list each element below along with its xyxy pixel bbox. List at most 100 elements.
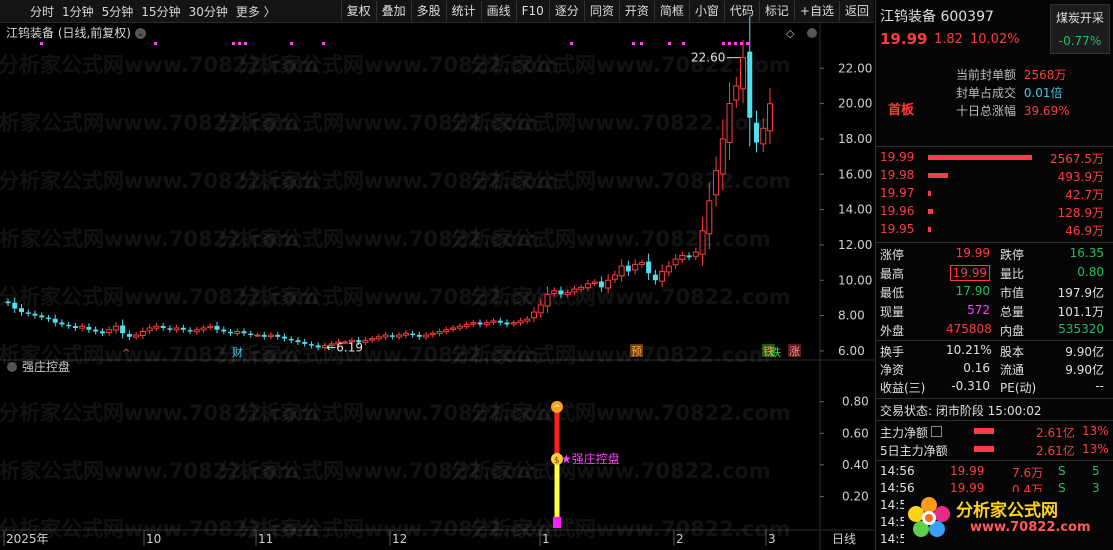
seal-amount-row: 当前封单额 2568万 [956, 66, 1066, 83]
candle-body [234, 331, 241, 334]
trade-status: 交易状态: 闭市阶段 15:00:02 [880, 404, 1042, 418]
signal-dot [570, 42, 573, 45]
watermark-text: 分析家公式网www.70822.com [470, 517, 791, 541]
candle-body [477, 322, 483, 325]
stat-label: 最高 [880, 267, 905, 281]
sector-name: 煤炭开采 [1055, 11, 1104, 25]
signal-dot [322, 42, 325, 45]
stat-label: 现量 [880, 305, 905, 319]
candle-body [369, 338, 376, 341]
stat-value: 101.1万 [1057, 305, 1104, 319]
yu-marker[interactable]: 预 [631, 345, 642, 358]
book-volume: 128.9万 [1057, 206, 1104, 220]
stat-value: 197.9亿 [1057, 286, 1104, 300]
stat-label: PE(动) [1000, 381, 1037, 395]
candle-body [571, 288, 578, 293]
candle-body [79, 325, 86, 329]
candle-body [59, 322, 65, 325]
stats-row: 外盘 475808 内盘 535320 [880, 322, 1108, 338]
candle-body [463, 323, 470, 327]
divider [876, 460, 1113, 461]
stat-label: 量比 [1000, 267, 1025, 281]
candle-body [187, 330, 193, 332]
book-price: 19.98 [880, 168, 915, 182]
die-marker[interactable]: 跌 [770, 345, 781, 359]
zhang-marker[interactable]: 涨 [789, 345, 800, 358]
indicator-bar-magenta [553, 516, 561, 528]
candle-body [153, 325, 160, 329]
candle-body [760, 127, 767, 145]
candle-body [497, 320, 503, 323]
candle-body [288, 338, 294, 341]
candle-body [558, 290, 564, 295]
indicator-axis-label: 0.60 [842, 426, 869, 440]
sector-box[interactable]: 煤炭开采 -0.77% [1050, 4, 1110, 54]
candle-body [679, 255, 686, 260]
diamond-icon[interactable]: ◇ [786, 27, 795, 40]
seal-ratio: 0.01倍 [1023, 86, 1063, 100]
stat-value: 17.90 [955, 284, 990, 298]
date-axis-label: 3 [768, 532, 776, 546]
kline-chart[interactable]: 分析家公式网www.70822.com 分析家公式网www.70822.com 分析… [0, 0, 874, 550]
candle-body [160, 326, 166, 328]
signal-dot [746, 42, 749, 45]
candle-body [382, 334, 389, 338]
candle-body [93, 329, 99, 332]
axis-period-label[interactable]: 日线 [832, 532, 856, 546]
candle-body [638, 262, 645, 266]
stat-value: 16.35 [1069, 246, 1104, 260]
list-icon[interactable] [931, 426, 943, 437]
candle-body [544, 293, 551, 307]
candle-body [443, 329, 450, 333]
price-pct: 10.02% [970, 32, 1020, 47]
book-price: 19.95 [880, 222, 915, 236]
candle-body [706, 200, 713, 235]
seal-amount-label: 当前封单额 [956, 68, 1017, 82]
tick-time: 14:5 [880, 498, 907, 512]
price-axis-label: 12.00 [838, 238, 872, 252]
price-axis-label: 22.00 [838, 61, 872, 75]
signal-dot [40, 42, 43, 45]
candle-body [66, 324, 72, 327]
candle-body [45, 317, 51, 320]
book-price: 19.99 [880, 150, 915, 164]
candle-body [578, 286, 585, 290]
indicator-axis-label: 0.20 [842, 489, 869, 503]
stat-value: 9.90亿 [1065, 345, 1104, 359]
candle-body [12, 302, 18, 309]
candle-body [598, 281, 604, 288]
candle-body [436, 331, 443, 334]
indicator-title: 强庄控盘 [22, 359, 70, 374]
candle-body [605, 279, 612, 289]
candle-body [106, 329, 113, 334]
book-volume-bar [928, 209, 934, 214]
cai-marker[interactable]: 财 [232, 345, 243, 359]
watermark-text: 分析家公式网www.70822.com [470, 401, 791, 425]
candle-body [652, 274, 658, 281]
candle-body [146, 327, 153, 332]
signal-dot [728, 42, 731, 45]
stats-row: 收益(三) -0.310 PE(动) -- [880, 379, 1108, 395]
stat-value: 9.90亿 [1065, 363, 1104, 377]
stat-value: 19.99 [946, 265, 990, 281]
chevron-down-icon[interactable] [7, 362, 17, 372]
date-axis-label: 10 [146, 532, 161, 546]
stat-label: 股本 [1000, 345, 1025, 359]
candle-body [733, 85, 740, 101]
high-label: 22.60 [691, 51, 725, 65]
signal-dot [290, 42, 293, 45]
date-axis-label: 11 [258, 532, 273, 546]
seal-ratio-row: 封单占成交 0.01倍 [956, 84, 1063, 101]
candle-body [665, 265, 672, 273]
candle-body [308, 344, 314, 346]
stat-value: 475808 [946, 322, 992, 336]
candle-body [402, 332, 409, 336]
stat-label: 跌停 [1000, 248, 1025, 262]
stat-label: 市值 [1000, 286, 1025, 300]
chevron-down-icon[interactable] [807, 28, 817, 38]
candle-body [625, 265, 631, 272]
candle-body [228, 331, 234, 334]
book-volume: 46.9万 [1065, 224, 1104, 238]
candle-body [672, 258, 679, 266]
candle-body [281, 336, 287, 339]
